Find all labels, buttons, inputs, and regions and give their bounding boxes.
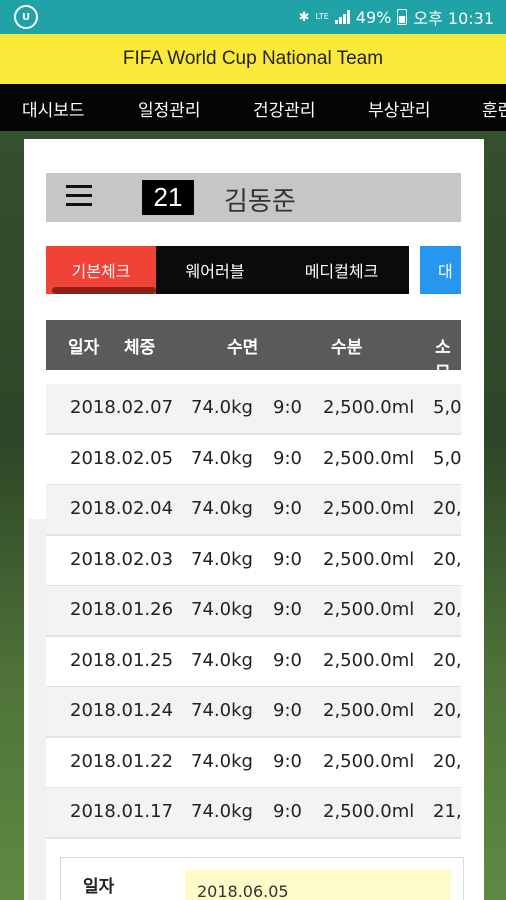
main-nav: 대시보드 일정관리 건강관리 부상관리 훈련 bbox=[0, 84, 506, 131]
col-weight: 체중 bbox=[124, 338, 156, 358]
col-consumption: 소모 bbox=[435, 338, 451, 383]
app-title-bar: FIFA World Cup National Team bbox=[0, 34, 506, 84]
app-title: FIFA World Cup National Team bbox=[122, 48, 384, 69]
nav-item-health[interactable]: 건강관리 bbox=[253, 96, 316, 121]
app-logo-icon: U bbox=[14, 5, 38, 29]
player-name: 김동준 bbox=[224, 187, 296, 217]
table-row[interactable]: 2018.02.07 74.0kg 9:0 2,500.0ml 5,0 bbox=[46, 384, 461, 435]
player-panel: 21 김동준 기본체크 웨어러블 메디컬체크 대 일자 체중 수면 수분 소모 … bbox=[24, 139, 484, 900]
table-row[interactable]: 2018.01.26 74.0kg 9:0 2,500.0ml 20, bbox=[46, 586, 461, 637]
detail-date-field[interactable]: 2018.06.05 bbox=[185, 870, 451, 900]
nav-item-dashboard[interactable]: 대시보드 bbox=[22, 96, 85, 121]
table-row[interactable]: 2018.01.24 74.0kg 9:0 2,500.0ml 20, bbox=[46, 687, 461, 738]
bluetooth-icon: ✱ bbox=[298, 9, 310, 25]
tab-basic-check[interactable]: 기본체크 bbox=[46, 246, 156, 294]
nav-item-training[interactable]: 훈련 bbox=[482, 96, 506, 121]
detail-date-label: 일자 bbox=[83, 877, 115, 897]
nav-item-schedule[interactable]: 일정관리 bbox=[138, 96, 201, 121]
side-strip bbox=[28, 519, 46, 900]
table-row[interactable]: 2018.02.03 74.0kg 9:0 2,500.0ml 20, bbox=[46, 536, 461, 587]
player-header: 21 김동준 bbox=[46, 173, 461, 222]
table-row[interactable]: 2018.01.25 74.0kg 9:0 2,500.0ml 20, bbox=[46, 637, 461, 688]
status-time: 오후 10:31 bbox=[413, 9, 494, 28]
tab-wearable[interactable]: 웨어러블 bbox=[156, 246, 274, 294]
tab-medical-check[interactable]: 메디컬체크 bbox=[274, 246, 409, 294]
detail-section: 일자 2018.06.05 bbox=[60, 857, 464, 900]
health-table: 일자 체중 수면 수분 소모 2018.02.07 74.0kg 9:0 2,500.… bbox=[46, 320, 461, 900]
col-date: 일자 bbox=[68, 338, 100, 358]
table-row[interactable]: 2018.02.04 74.0kg 9:0 2,500.0ml 20, bbox=[46, 485, 461, 536]
jersey-number: 21 bbox=[142, 180, 194, 215]
col-sleep: 수면 bbox=[227, 338, 259, 358]
battery-icon bbox=[397, 9, 408, 25]
signal-icon bbox=[334, 10, 350, 24]
lte-icon: LTE bbox=[315, 12, 329, 21]
tab-more[interactable]: 대 bbox=[420, 246, 461, 294]
menu-icon[interactable] bbox=[66, 185, 92, 207]
table-row[interactable]: 2018.02.05 74.0kg 9:0 2,500.0ml 5,0 bbox=[46, 435, 461, 486]
status-bar: U ✱ LTE 49% 오후 10:31 bbox=[0, 0, 506, 34]
nav-item-injury[interactable]: 부상관리 bbox=[368, 96, 431, 121]
table-header: 일자 체중 수면 수분 소모 bbox=[46, 320, 461, 383]
active-tab-indicator bbox=[52, 287, 156, 294]
table-row[interactable]: 2018.01.22 74.0kg 9:0 2,500.0ml 20, bbox=[46, 738, 461, 789]
col-water: 수분 bbox=[331, 338, 363, 358]
tab-bar: 기본체크 웨어러블 메디컬체크 대 bbox=[46, 246, 461, 294]
table-row[interactable]: 2018.01.17 74.0kg 9:0 2,500.0ml 21, bbox=[46, 788, 461, 839]
battery-percent: 49% bbox=[355, 7, 392, 27]
